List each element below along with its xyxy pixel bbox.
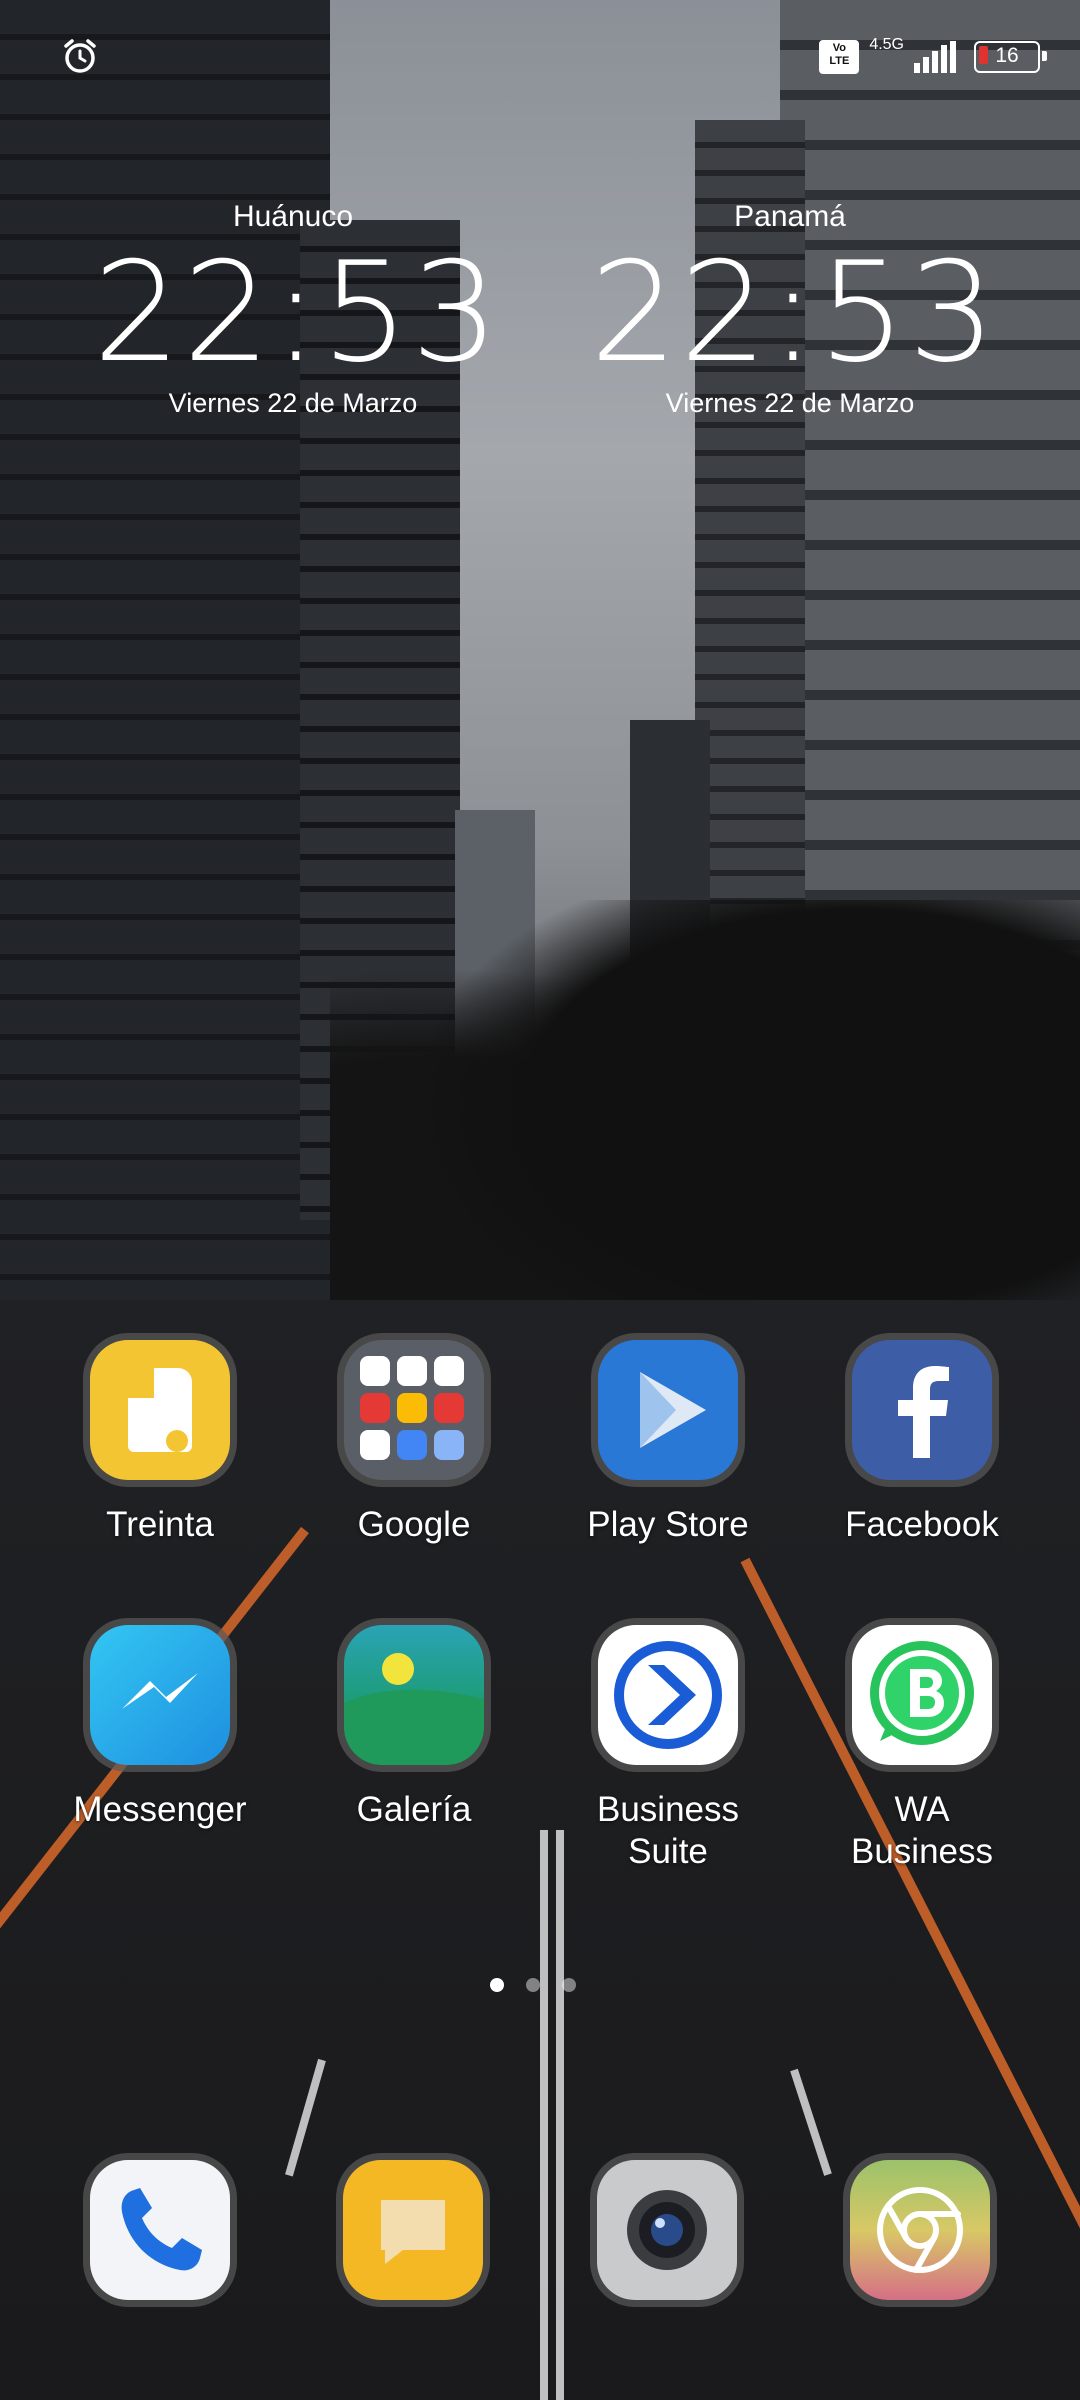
phone-icon <box>90 2160 230 2300</box>
page-dot-1[interactable] <box>490 1978 504 1992</box>
messages-icon <box>343 2160 483 2300</box>
app-facebook[interactable]: Facebook <box>822 1340 1022 1546</box>
battery-level: 16 <box>995 44 1019 67</box>
dock-browser[interactable] <box>850 2160 990 2300</box>
app-treinta[interactable]: Treinta <box>60 1340 260 1546</box>
clock-city: Panamá <box>734 200 846 233</box>
app-label: Treinta <box>106 1505 214 1544</box>
app-label: Galería <box>356 1790 472 1829</box>
clock-city: Huánuco <box>232 200 354 233</box>
folder-google[interactable]: Google <box>314 1340 514 1546</box>
battery-icon: 16 <box>974 41 1047 73</box>
treinta-icon <box>90 1340 230 1480</box>
gallery-icon <box>344 1625 484 1765</box>
app-label: Business Suite <box>596 1790 740 1871</box>
page-dot-3[interactable] <box>562 1978 576 1992</box>
alarm-clock-icon <box>60 36 100 76</box>
app-play-store[interactable]: Play Store <box>568 1340 768 1546</box>
app-business-suite[interactable]: Business Suite <box>568 1625 768 1873</box>
app-messenger[interactable]: Messenger <box>60 1625 260 1831</box>
google-folder-icon <box>344 1340 484 1480</box>
clock-time: 22:53 <box>93 232 501 393</box>
page-indicator[interactable] <box>490 1978 576 1992</box>
messenger-icon <box>90 1625 230 1765</box>
clock-time: 22:53 <box>590 232 998 393</box>
facebook-icon <box>852 1340 992 1480</box>
browser-icon <box>850 2160 990 2300</box>
dock-camera[interactable] <box>597 2160 737 2300</box>
app-label: Play Store <box>587 1505 749 1544</box>
whatsapp-business-icon <box>852 1625 992 1765</box>
camera-icon <box>597 2160 737 2300</box>
network-type: 4.5G <box>869 36 904 53</box>
volte-badge: Vo LTE <box>819 40 860 74</box>
app-wa-business[interactable]: WA Business <box>822 1625 1022 1873</box>
business-suite-icon <box>598 1625 738 1765</box>
app-label: WA Business <box>850 1790 994 1871</box>
page-dot-2[interactable] <box>526 1978 540 1992</box>
app-label: Facebook <box>845 1505 999 1544</box>
signal-icon <box>914 41 956 73</box>
app-label: Messenger <box>73 1790 247 1829</box>
clock-widget-panama[interactable]: Panamá 22:53 Viernes 22 de Marzo <box>590 200 998 419</box>
play-store-icon <box>598 1340 738 1480</box>
clock-widget-huanuco[interactable]: Huánuco 22:53 Viernes 22 de Marzo <box>93 200 501 419</box>
status-bar: Vo LTE 4.5G 16 <box>0 0 1080 110</box>
app-label: Google <box>357 1505 471 1544</box>
dock-phone[interactable] <box>90 2160 230 2300</box>
dock-messages[interactable] <box>343 2160 483 2300</box>
app-galeria[interactable]: Galería <box>314 1625 514 1831</box>
